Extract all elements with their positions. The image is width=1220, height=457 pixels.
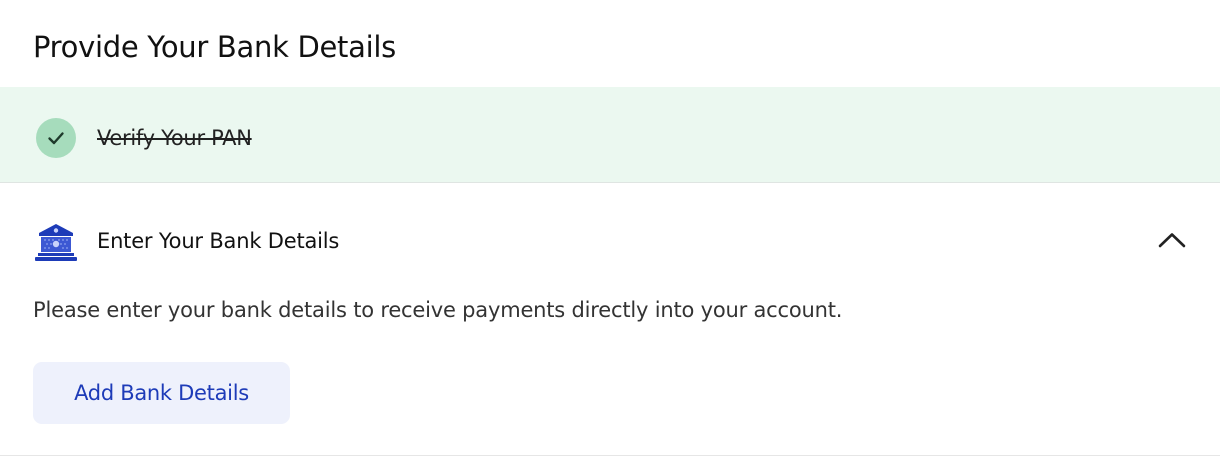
step-bank-details: Enter Your Bank Details Please enter you… (0, 184, 1220, 456)
chevron-up-icon[interactable] (1154, 226, 1190, 256)
step-verify-pan[interactable]: Verify Your PAN (0, 87, 1220, 183)
add-bank-details-button[interactable]: Add Bank Details (33, 362, 290, 424)
bank-details-page: Provide Your Bank Details Verify Your PA… (0, 0, 1220, 457)
step-bank-details-description: Please enter your bank details to receiv… (33, 298, 843, 322)
step-verify-pan-label: Verify Your PAN (97, 126, 252, 150)
page-title: Provide Your Bank Details (33, 30, 396, 64)
step-bank-details-label: Enter Your Bank Details (97, 229, 340, 253)
check-icon (36, 118, 76, 158)
bank-icon (33, 221, 79, 263)
